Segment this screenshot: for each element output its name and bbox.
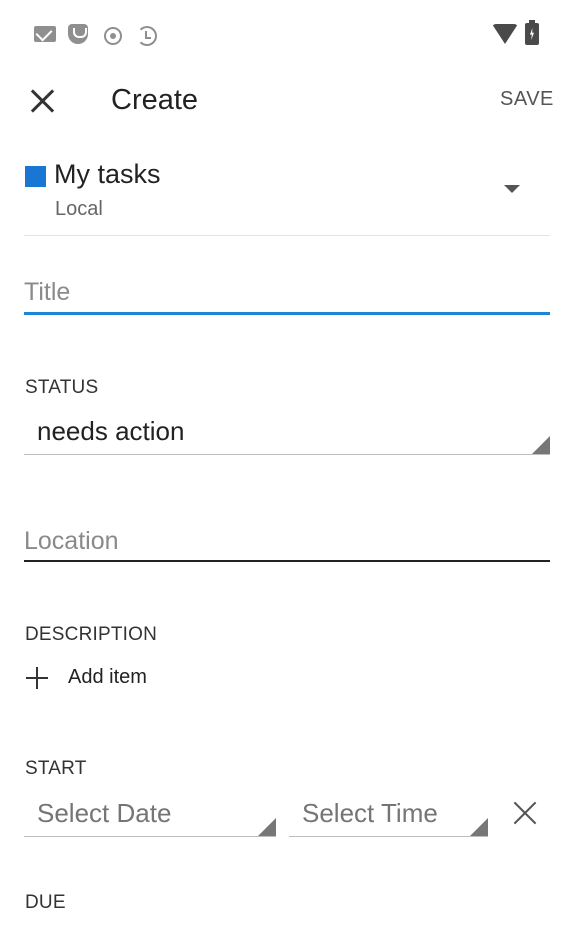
- divider: [24, 235, 550, 236]
- dropdown-arrow-icon: [504, 185, 520, 193]
- battery-icon: [525, 20, 539, 45]
- start-time-spinner[interactable]: Select Time: [289, 794, 488, 837]
- clear-start-button[interactable]: [511, 798, 541, 828]
- close-button[interactable]: [26, 84, 60, 118]
- spinner-arrow-icon: [532, 436, 550, 454]
- mail-icon: [34, 26, 56, 42]
- task-list-selector[interactable]: My tasks Local: [24, 155, 550, 235]
- spinner-arrow-icon: [258, 818, 276, 836]
- due-label: DUE: [25, 892, 66, 913]
- save-button[interactable]: SAVE: [500, 88, 554, 111]
- start-date-value: Select Date: [37, 798, 172, 828]
- target-icon: [104, 27, 122, 45]
- start-date-spinner[interactable]: Select Date: [24, 794, 276, 837]
- spinner-arrow-icon: [470, 818, 488, 836]
- list-account: Local: [55, 198, 103, 220]
- list-color-swatch: [25, 166, 46, 187]
- status-label: STATUS: [25, 377, 99, 398]
- title-input[interactable]: [24, 272, 550, 315]
- sync-icon: [137, 26, 157, 46]
- description-label: DESCRIPTION: [25, 624, 158, 645]
- add-item-button[interactable]: Add item: [24, 660, 224, 698]
- page-title: Create: [111, 84, 199, 116]
- status-bar: [0, 0, 575, 68]
- status-value: needs action: [37, 416, 185, 446]
- status-spinner[interactable]: needs action: [24, 412, 550, 455]
- list-name: My tasks: [54, 159, 161, 189]
- wifi-icon: [492, 24, 518, 44]
- start-label: START: [25, 758, 87, 779]
- start-time-value: Select Time: [302, 798, 438, 828]
- location-input[interactable]: [24, 522, 550, 562]
- shield-icon: [68, 24, 88, 44]
- add-item-label: Add item: [68, 666, 147, 688]
